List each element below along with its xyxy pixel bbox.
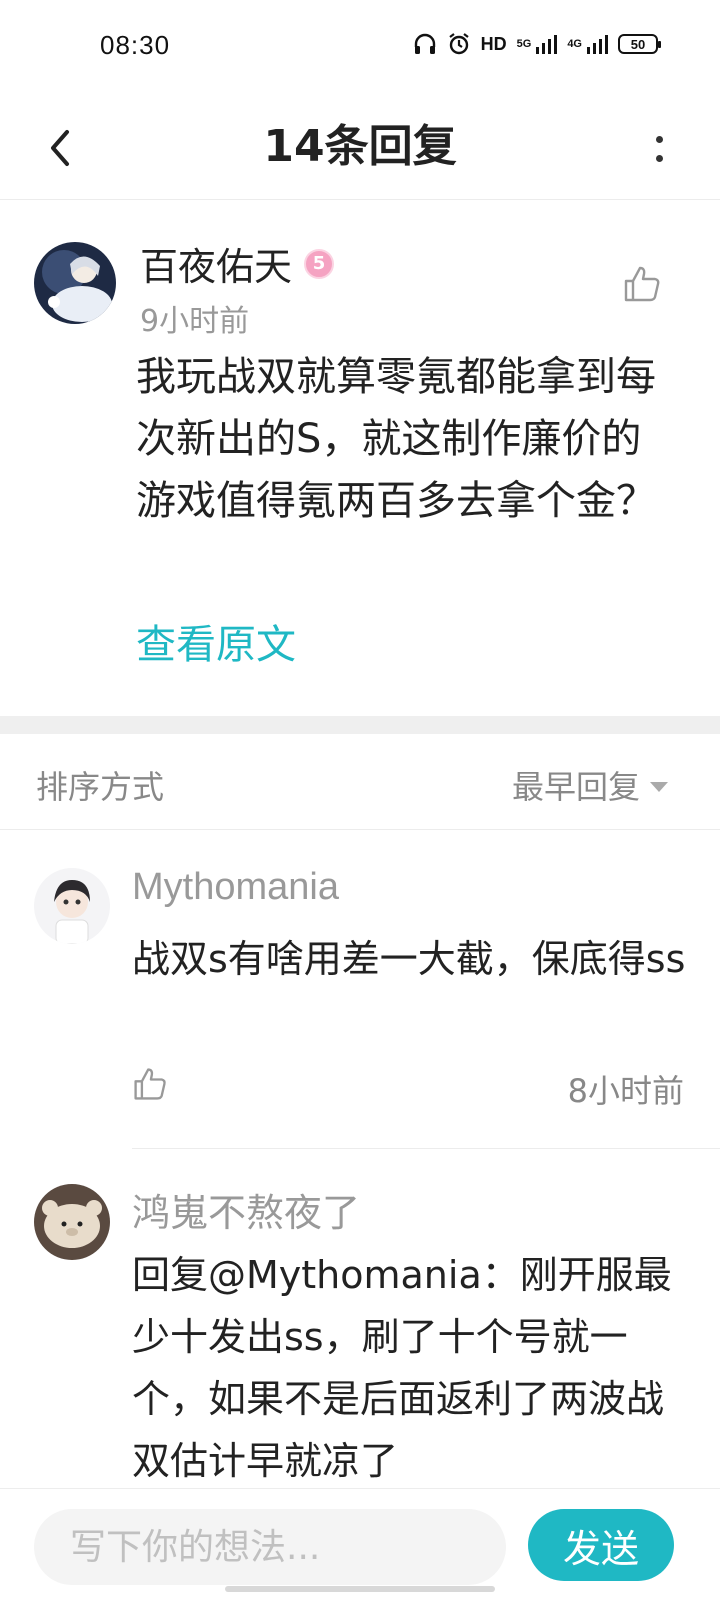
main-comment-avatar[interactable] xyxy=(34,242,116,324)
send-button[interactable]: 发送 xyxy=(528,1509,674,1581)
status-bar: 08:30 HD 5G 4G 50 xyxy=(0,0,720,96)
reply-author[interactable]: 鸿嵬不熬夜了 xyxy=(132,1182,360,1237)
sort-selected-value: 最早回复 xyxy=(511,768,640,806)
sort-row: 排序方式 最早回复 xyxy=(0,734,720,830)
signal-4g-icon xyxy=(587,35,608,54)
sort-dropdown[interactable]: 最早回复 xyxy=(512,762,668,808)
hd-indicator: HD xyxy=(480,33,507,54)
reply-avatar[interactable] xyxy=(34,868,110,944)
more-options-button[interactable] xyxy=(644,124,674,174)
more-dot-icon xyxy=(655,136,663,143)
thumbs-up-icon xyxy=(624,266,660,302)
main-comment-like-button[interactable] xyxy=(622,264,662,304)
reply-text: 战双s有啥用差一大截，保底得ss xyxy=(132,937,686,981)
section-divider xyxy=(0,716,720,734)
reply-like-button[interactable] xyxy=(132,1066,168,1102)
caret-down-icon xyxy=(650,782,668,792)
reply-avatar[interactable] xyxy=(34,1184,110,1260)
home-indicator[interactable] xyxy=(225,1586,495,1592)
reply-text: 回复@Mythomania：刚开服最少十发出ss，刷了十个号就一个，如果不是后面… xyxy=(132,1253,672,1483)
page-title: 14条回复 xyxy=(263,121,457,172)
network-4g-label: 4G xyxy=(567,38,582,50)
sort-label: 排序方式 xyxy=(36,768,165,806)
reply-author[interactable]: Mythomania xyxy=(132,866,339,909)
network-5g-label: 5G xyxy=(516,38,532,50)
battery-level: 50 xyxy=(630,36,646,52)
main-comment-author[interactable]: 百夜佑天 xyxy=(140,236,292,291)
main-comment-time: 9小时前 xyxy=(140,304,250,339)
reply-divider xyxy=(132,1148,720,1149)
thumbs-up-icon xyxy=(134,1068,166,1100)
header: 14条回复 xyxy=(0,96,720,200)
battery-icon: 50 xyxy=(618,34,661,54)
view-original-link[interactable]: 查看原文 xyxy=(136,612,296,670)
comment-composer: 发送 xyxy=(0,1488,720,1600)
more-dot-icon xyxy=(655,155,663,162)
main-comment-text: 我玩战双就算零氪都能拿到每次新出的S，就这制作廉价的游戏值得氪两百多去拿个金？ xyxy=(136,354,656,524)
status-icons: HD 5G 4G 50 xyxy=(413,32,661,56)
comment-input[interactable] xyxy=(34,1509,506,1585)
headphones-icon xyxy=(414,33,435,54)
alarm-icon xyxy=(448,33,469,55)
reply-time: 8小时前 xyxy=(567,1072,684,1110)
main-comment-author-row: 百夜佑天 5 xyxy=(140,236,335,291)
status-time: 08:30 xyxy=(100,30,171,60)
signal-5g-icon xyxy=(536,35,558,54)
level-badge: 5 xyxy=(304,248,335,279)
